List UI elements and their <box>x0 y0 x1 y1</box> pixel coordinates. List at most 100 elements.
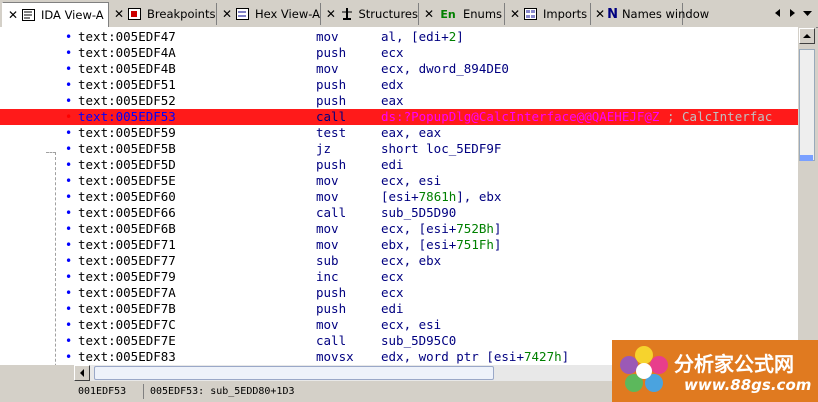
line-dot[interactable]: • <box>65 141 72 157</box>
tab-breakpoints[interactable]: ✕ Breakpoints <box>109 3 217 25</box>
arrow-right-icon <box>790 9 795 17</box>
instruction-operands[interactable]: ecx, esi <box>381 317 441 333</box>
instruction-operands[interactable]: ecx, ebx <box>381 253 441 269</box>
vertical-scroll-thumb[interactable] <box>799 49 815 161</box>
line-dot[interactable]: • <box>65 173 72 189</box>
instruction-operands[interactable]: edx, word ptr [esi+7427h] <box>381 349 569 365</box>
close-icon[interactable]: ✕ <box>113 7 125 21</box>
status-location: 005EDF53: sub_5EDD80+1D3 <box>150 386 295 397</box>
ida-view-icon <box>21 8 37 22</box>
line-dot[interactable]: • <box>65 349 72 365</box>
close-icon[interactable]: ✕ <box>423 7 435 21</box>
instruction-operands[interactable]: eax, eax <box>381 125 441 141</box>
instruction-operands[interactable]: edx <box>381 77 404 93</box>
flower-logo-icon <box>620 346 668 392</box>
line-dot[interactable]: • <box>65 285 72 301</box>
tab-scroll-left-button[interactable] <box>772 6 784 20</box>
code-line[interactable]: • text:005EDF5E mov ecx, esi <box>0 173 798 189</box>
tab-hex-view-a[interactable]: ✕ Hex View-A <box>217 3 321 25</box>
code-line[interactable]: • text:005EDF5D push edi <box>0 157 798 173</box>
close-icon[interactable]: ✕ <box>7 8 19 22</box>
instruction-operands[interactable]: eax <box>381 93 404 109</box>
line-dot[interactable]: • <box>65 29 72 45</box>
code-address: text:005EDF52 <box>78 93 176 108</box>
vertical-scrollbar[interactable] <box>798 27 816 365</box>
code-line[interactable]: • text:005EDF5B jz short loc_5EDF9F <box>0 141 798 157</box>
instruction-operands[interactable]: [esi+7861h], ebx <box>381 189 501 205</box>
instruction-operands[interactable]: ecx <box>381 285 404 301</box>
close-icon[interactable]: ✕ <box>595 7 605 21</box>
tab-names-window[interactable]: ✕ N Names window <box>591 3 709 25</box>
tab-list-button[interactable] <box>801 6 813 20</box>
instruction-operands[interactable]: ecx <box>381 45 404 61</box>
code-line[interactable]: • text:005EDF7B push edi <box>0 301 798 317</box>
code-line[interactable]: • text:005EDF7C mov ecx, esi <box>0 317 798 333</box>
code-line-current[interactable]: • text:005EDF53 call ds:?PopupDlg@CalcInter… <box>0 109 798 125</box>
line-dot[interactable]: • <box>65 189 72 205</box>
line-dot[interactable]: • <box>65 93 72 109</box>
code-line[interactable]: • text:005EDF52 push eax <box>0 93 798 109</box>
instruction-mnemonic: call <box>316 205 347 220</box>
line-dot[interactable]: • <box>65 157 72 173</box>
tab-structures[interactable]: ✕ Structures <box>321 3 419 25</box>
code-line[interactable]: • text:005EDF60 mov [esi+7861h], ebx <box>0 189 798 205</box>
code-line[interactable]: • text:005EDF77 sub ecx, ebx <box>0 253 798 269</box>
instruction-operands[interactable]: ecx, [esi+752Bh] <box>381 221 501 237</box>
line-dot[interactable]: • <box>65 125 72 141</box>
instruction-operands[interactable]: ebx, [esi+751Fh] <box>381 237 501 253</box>
symbol-name[interactable]: ds: <box>381 109 404 124</box>
line-dot[interactable]: • <box>65 45 72 61</box>
line-dot[interactable]: • <box>65 301 72 317</box>
code-line[interactable]: • text:005EDF79 inc ecx <box>0 269 798 285</box>
instruction-operands[interactable]: ecx, dword_894DE0 <box>381 61 509 77</box>
instruction-operands[interactable]: ecx <box>381 269 404 285</box>
breakpoint-dot[interactable]: • <box>65 109 72 125</box>
operand-text: ecx, [esi+ <box>381 221 457 236</box>
instruction-mnemonic: push <box>316 301 347 316</box>
tab-enums[interactable]: ✕ En Enums <box>419 3 505 25</box>
line-dot[interactable]: • <box>65 253 72 269</box>
code-line[interactable]: • text:005EDF4A push ecx <box>0 45 798 61</box>
instruction-operands[interactable]: sub_5D5D90 <box>381 205 456 221</box>
instruction-operands[interactable]: al, [edi+2] <box>381 29 464 45</box>
instruction-operands[interactable]: edi <box>381 301 404 317</box>
code-address: text:005EDF53 <box>78 109 176 124</box>
horizontal-scroll-thumb[interactable] <box>94 366 494 380</box>
code-line[interactable]: • text:005EDF51 push edx <box>0 77 798 93</box>
line-dot[interactable]: • <box>65 61 72 77</box>
disassembly-view[interactable]: • text:005EDF47 mov al, [edi+2] • text:005EDF… <box>0 27 798 365</box>
instruction-operands[interactable]: short loc_5EDF9F <box>381 141 501 157</box>
tab-ida-view-a[interactable]: ✕ IDA View-A <box>2 2 109 27</box>
code-line[interactable]: • text:005EDF4B mov ecx, dword_894DE0 <box>0 61 798 77</box>
code-line[interactable]: • text:005EDF66 call sub_5D5D90 <box>0 205 798 221</box>
tab-label: Hex View-A <box>254 7 320 21</box>
line-dot[interactable]: • <box>65 221 72 237</box>
close-icon[interactable]: ✕ <box>325 7 337 21</box>
code-line[interactable]: • text:005EDF71 mov ebx, [esi+751Fh] <box>0 237 798 253</box>
code-line[interactable]: • text:005EDF7A push ecx <box>0 285 798 301</box>
symbol-name[interactable]: ?PopupDlg@CalcInterface@@QAEHEJF@Z <box>404 109 660 124</box>
close-icon[interactable]: ✕ <box>221 7 233 21</box>
scroll-up-button[interactable] <box>799 28 815 44</box>
line-dot[interactable]: • <box>65 317 72 333</box>
line-dot[interactable]: • <box>65 205 72 221</box>
operand-text: ecx <box>381 269 404 284</box>
scroll-left-button[interactable] <box>74 365 90 381</box>
instruction-operands[interactable]: sub_5D95C0 <box>381 333 456 349</box>
code-line[interactable]: • text:005EDF6B mov ecx, [esi+752Bh] <box>0 221 798 237</box>
code-line[interactable]: • text:005EDF59 test eax, eax <box>0 125 798 141</box>
line-dot[interactable]: • <box>65 333 72 349</box>
instruction-operands[interactable]: edi <box>381 157 404 173</box>
structures-icon <box>339 7 355 21</box>
tab-imports[interactable]: ✕ Imports <box>505 3 591 25</box>
line-dot[interactable]: • <box>65 237 72 253</box>
instruction-operands[interactable]: ds:?PopupDlg@CalcInterface@@QAEHEJF@Z ; … <box>381 109 773 125</box>
tab-scroll-right-button[interactable] <box>786 6 798 20</box>
line-dot[interactable]: • <box>65 269 72 285</box>
line-dot[interactable]: • <box>65 77 72 93</box>
code-line[interactable]: • text:005EDF47 mov al, [edi+2] <box>0 29 798 45</box>
close-icon[interactable]: ✕ <box>509 7 521 21</box>
instruction-mnemonic: call <box>316 333 347 348</box>
operand-text: ] <box>493 221 502 236</box>
instruction-operands[interactable]: ecx, esi <box>381 173 441 189</box>
